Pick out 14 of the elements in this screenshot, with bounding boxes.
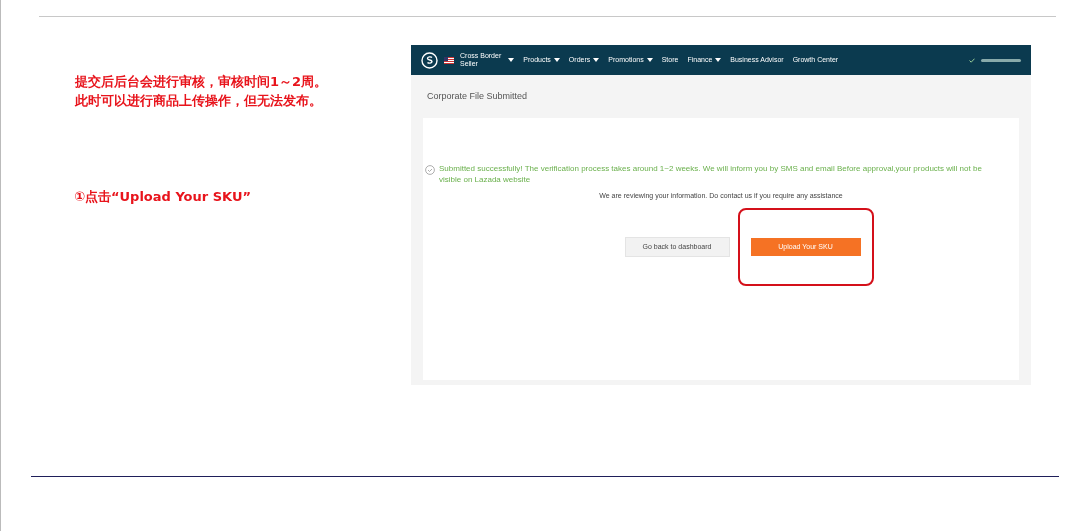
logo-icon — [421, 51, 438, 69]
flag-icon — [444, 56, 454, 64]
instruction-text: 此时可以进行商品上传操作，但无法发布。 — [75, 92, 323, 110]
caret-icon — [553, 58, 560, 62]
check-icon — [969, 57, 975, 63]
success-check-icon — [425, 164, 435, 175]
instruction-text: 提交后后台会进行审核，审核时间1～2周。 — [75, 73, 329, 91]
success-message: Submitted successfully! The verification process takes around 1~2 weeks. We will inform you by SMS and email Before approval,your products will not be visible on Lazada website — [439, 162, 983, 185]
caret-icon — [593, 58, 600, 62]
caret-icon — [508, 58, 515, 62]
caret-icon — [646, 58, 653, 62]
caret-icon — [715, 58, 722, 62]
step-text: ①点击“Upload Your SKU” — [74, 188, 253, 206]
page-title: Corporate File Submitted — [427, 90, 529, 103]
